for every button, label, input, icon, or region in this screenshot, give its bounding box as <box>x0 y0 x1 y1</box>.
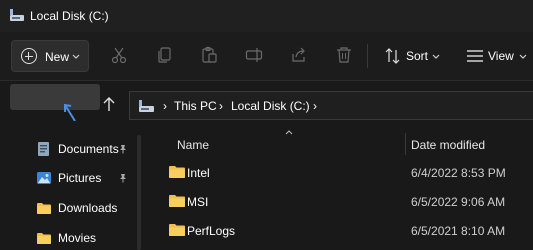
view-list-icon <box>467 50 483 62</box>
pin-icon[interactable] <box>118 173 128 183</box>
sidebar-item-movies[interactable]: Movies <box>36 227 136 249</box>
chevron-right-icon: › <box>313 99 317 113</box>
file-name: MSI <box>187 195 209 209</box>
view-button[interactable]: View <box>461 40 531 72</box>
folder-icon <box>169 224 185 236</box>
file-row-intel[interactable]: Intel 6/4/2022 8:53 PM <box>142 159 533 187</box>
sidebar-item-label: Documents <box>58 142 119 156</box>
cut-icon[interactable] <box>110 46 128 64</box>
column-header-name[interactable]: Name <box>177 138 209 152</box>
breadcrumb-this-pc[interactable]: This PC <box>174 99 217 113</box>
pin-icon[interactable] <box>118 144 128 154</box>
command-bar: New <box>0 32 533 81</box>
column-header-date-modified[interactable]: Date modified <box>411 138 485 152</box>
plus-circle-icon <box>21 48 37 64</box>
drive-icon <box>10 9 24 21</box>
toolbar-separator <box>367 44 368 68</box>
copy-icon[interactable] <box>156 46 174 64</box>
sidebar-scrollbar[interactable] <box>137 135 141 250</box>
window-title: Local Disk (C:) <box>30 9 109 23</box>
pictures-icon <box>37 172 51 184</box>
delete-icon[interactable] <box>335 46 353 64</box>
paste-icon[interactable] <box>200 46 218 64</box>
column-divider[interactable] <box>405 133 406 155</box>
folder-icon <box>37 203 51 214</box>
breadcrumb-local-disk[interactable]: Local Disk (C:) <box>231 99 310 113</box>
new-button[interactable]: New <box>11 40 89 72</box>
address-bar[interactable]: › This PC › Local Disk (C:) › <box>129 91 533 120</box>
sort-icon <box>385 48 400 64</box>
share-icon[interactable] <box>290 46 308 64</box>
sidebar-item-label: Pictures <box>58 171 102 185</box>
file-date-modified: 6/5/2021 8:10 AM <box>411 224 506 238</box>
folder-icon <box>169 166 185 178</box>
file-name: PerfLogs <box>187 224 236 238</box>
sidebar-item-label: Downloads <box>58 201 118 215</box>
file-row-perflogs[interactable]: PerfLogs 6/5/2021 8:10 AM <box>142 217 533 245</box>
drive-icon <box>139 100 154 112</box>
title-bar: Local Disk (C:) <box>0 0 533 32</box>
rename-icon[interactable] <box>245 46 263 64</box>
tooltip <box>10 84 100 110</box>
file-date-modified: 6/4/2022 8:53 PM <box>411 166 506 180</box>
file-date-modified: 6/5/2022 9:06 AM <box>411 195 506 209</box>
file-row-msi[interactable]: MSI 6/5/2022 9:06 AM <box>142 188 533 216</box>
file-name: Intel <box>187 166 210 180</box>
chevron-down-icon <box>519 54 527 59</box>
folder-icon <box>37 233 51 244</box>
sort-ascending-icon <box>285 130 293 135</box>
chevron-right-icon: › <box>219 99 223 113</box>
view-label: View <box>488 49 514 63</box>
folder-icon <box>169 195 185 207</box>
new-button-label: New <box>45 50 70 64</box>
sidebar-item-downloads[interactable]: Downloads <box>36 197 136 219</box>
up-arrow-icon[interactable] <box>101 95 117 113</box>
chevron-down-icon <box>432 54 440 59</box>
chevron-down-icon <box>72 54 80 59</box>
sort-button[interactable]: Sort <box>378 40 448 72</box>
chevron-right-icon: › <box>163 99 167 113</box>
sidebar-item-label: Movies <box>58 231 97 245</box>
sort-label: Sort <box>406 49 429 63</box>
documents-icon <box>38 142 49 156</box>
